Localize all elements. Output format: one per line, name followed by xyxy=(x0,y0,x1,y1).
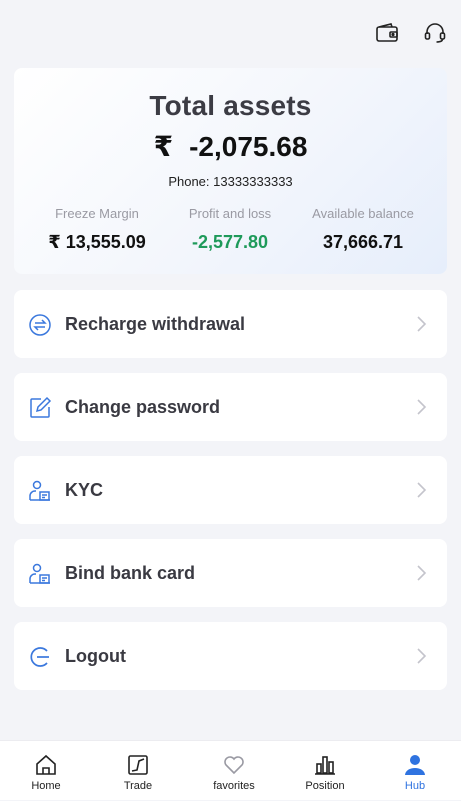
menu-label: Logout xyxy=(65,646,126,666)
menu-label: Change password xyxy=(65,397,221,417)
stat-value: ₹ 13,555.09 xyxy=(48,232,146,252)
chevron-right-icon xyxy=(415,564,427,582)
stat-freeze-margin: Freeze Margin ₹ 13,555.09 xyxy=(25,206,169,253)
edit-icon xyxy=(28,396,52,420)
menu-recharge-withdrawal[interactable]: Recharge withdrawal xyxy=(14,290,447,358)
tab-label: Home xyxy=(31,780,61,792)
stat-value: 37,666.71 xyxy=(322,232,404,252)
stat-label: Freeze Margin xyxy=(55,206,139,221)
menu-change-password[interactable]: Change password xyxy=(14,373,447,441)
chevron-right-icon xyxy=(415,398,427,416)
exchange-icon xyxy=(28,313,52,337)
phone-number: Phone: 13333333333 xyxy=(168,174,293,189)
stat-label: Profit and loss xyxy=(188,206,272,221)
logout-icon xyxy=(28,645,52,669)
menu-label: KYC xyxy=(65,480,104,500)
menu-bind-bank-card[interactable]: Bind bank card xyxy=(14,539,447,607)
tab-favorites[interactable]: favorites xyxy=(188,741,280,801)
menu-kyc[interactable]: KYC xyxy=(14,456,447,524)
total-assets-amount: -2,075.68 xyxy=(189,131,308,162)
stat-value: -2,577.80 xyxy=(191,232,269,252)
assets-title: Total assets xyxy=(149,90,312,121)
id-user-icon xyxy=(28,562,52,586)
trade-chart-icon xyxy=(126,753,150,777)
id-user-icon xyxy=(28,479,52,503)
tab-label: Hub xyxy=(404,780,426,792)
currency-symbol: ₹ xyxy=(153,131,174,162)
stat-label: Available balance xyxy=(312,206,414,221)
user-icon xyxy=(403,753,427,777)
menu-logout[interactable]: Logout xyxy=(14,622,447,690)
chevron-right-icon xyxy=(415,481,427,499)
top-bar xyxy=(0,0,461,66)
home-icon xyxy=(34,753,58,777)
chevron-right-icon xyxy=(415,647,427,665)
wallet-icon[interactable] xyxy=(374,20,400,46)
stat-available-balance: Available balance 37,666.71 xyxy=(291,206,435,253)
tab-label: Position xyxy=(305,780,345,792)
stat-profit-loss: Profit and loss -2,577.80 xyxy=(158,206,302,253)
tab-label: favorites xyxy=(213,780,255,792)
total-assets-value: ₹ -2,075.68 xyxy=(14,130,447,163)
bar-chart-icon xyxy=(313,753,337,777)
menu-label: Bind bank card xyxy=(65,563,196,583)
tab-hub[interactable]: Hub xyxy=(369,741,461,801)
menu-label: Recharge withdrawal xyxy=(65,314,246,334)
tab-label: Trade xyxy=(123,780,153,792)
chevron-right-icon xyxy=(415,315,427,333)
tab-position[interactable]: Position xyxy=(279,741,371,801)
headset-icon[interactable] xyxy=(422,20,448,46)
heart-icon xyxy=(222,753,246,777)
assets-card: Total assets ₹ -2,075.68 Phone: 133333333… xyxy=(14,68,447,274)
tab-home[interactable]: Home xyxy=(0,741,92,801)
bottom-tab-bar: Home Trade favorites Position Hub xyxy=(0,740,461,800)
tab-trade[interactable]: Trade xyxy=(92,741,184,801)
